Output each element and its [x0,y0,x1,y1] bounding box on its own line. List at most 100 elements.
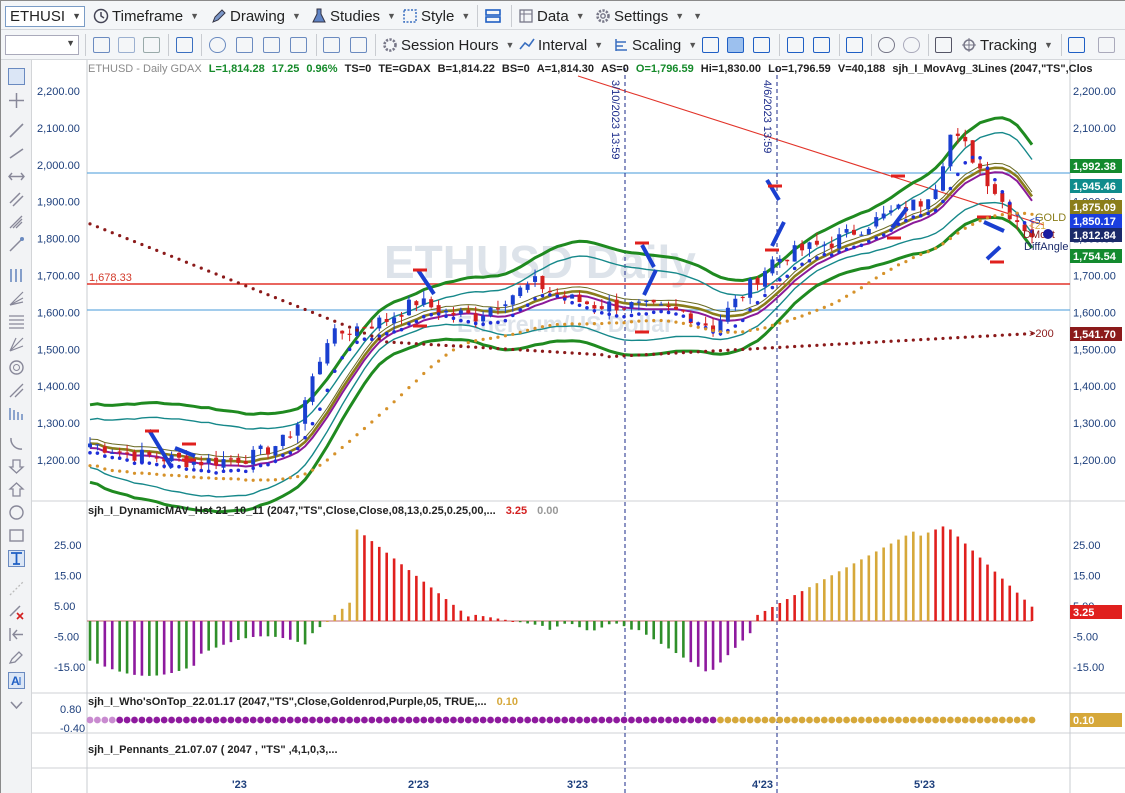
ma200-dot [941,336,945,341]
window-layout-button[interactable] [485,5,501,27]
delete-drawings-icon[interactable] [8,603,25,620]
ray-tool-icon[interactable] [8,145,25,162]
reload-icon[interactable] [118,37,135,53]
candle-body [377,317,382,329]
more-icon[interactable] [1098,37,1115,53]
candle-body [614,299,619,311]
volume-bar-icon[interactable] [787,37,804,53]
channel-tool-icon[interactable] [8,191,25,208]
scroll-down-icon[interactable] [8,696,25,713]
data-menu[interactable]: Data ▼ [518,5,585,27]
vertical-lines-icon[interactable] [8,267,25,284]
ma5-dot [637,312,641,316]
format-icon[interactable] [323,37,340,53]
ma200-dot [785,345,789,349]
header-volume: V=40,188 [838,63,885,75]
crosshair-tool-icon[interactable] [8,92,25,109]
rectangle-tool-icon[interactable] [8,527,25,544]
ma200-dot [971,335,975,339]
wot-dot [272,716,279,724]
grid-icon[interactable] [143,37,160,53]
ma21-dot [437,359,441,363]
tracking-menu[interactable]: Tracking ▼ [961,34,1053,56]
candlestick-icon[interactable] [727,37,744,53]
header-ask: A=1,814.30 [537,63,594,75]
ma5-dot [1000,190,1005,194]
wot-dot [887,716,895,724]
candle-body [533,276,538,282]
studies-menu[interactable]: Studies ▼ [311,5,396,27]
image-icon[interactable] [290,37,307,53]
histogram-bar [971,550,974,621]
y-tick-right: 1,200.00 [1073,455,1116,467]
ma21-dot [844,294,849,298]
trendline-tool-icon[interactable] [8,122,25,139]
arc-tool-icon[interactable] [8,435,25,452]
zoom-out-icon[interactable] [903,37,920,53]
histogram-bar [667,621,670,649]
speed-lines-icon[interactable] [8,290,25,307]
timeframe-menu[interactable]: Timeframe ▼ [93,5,199,27]
session-hours-menu[interactable]: Session Hours ▼ [382,34,514,56]
fib-tool-icon[interactable] [8,237,25,254]
regression-tool-icon[interactable] [8,405,25,422]
edit-drawing-icon[interactable] [8,649,25,666]
hollow-candle-icon[interactable] [753,37,770,53]
circle-fib-icon[interactable] [8,359,25,376]
x-tick-label: 4'23 [752,779,773,791]
speedometer-icon[interactable] [209,37,226,53]
dashed-line-icon[interactable] [8,580,25,597]
chart-area[interactable]: 2,200.00 2,100.00 2,000.00 1,900.00 1,800.00… [32,60,1125,793]
zoom-chart-icon[interactable] [176,37,193,53]
ma5-dot [696,322,701,326]
workspace-combo[interactable]: ▼ [5,35,79,55]
ma21-dot [318,463,322,467]
gann-fan-icon[interactable] [8,336,25,353]
histogram-bar [229,621,233,643]
line-chart-icon[interactable] [263,37,280,53]
ma200-dot [577,351,582,356]
panels-icon[interactable] [846,37,863,53]
add-chart-icon[interactable] [1068,37,1085,53]
histogram-bar [214,621,218,648]
ma200-dot [407,341,411,345]
style-menu[interactable]: Style ▼ [402,5,470,27]
andrews-tool-icon[interactable] [8,382,25,399]
ma200-dot [755,346,760,351]
wot-dot [679,716,687,724]
histogram-bar [578,621,581,628]
candle-body [132,451,137,461]
chart-analysis-icon[interactable] [236,37,253,53]
horizontal-line-icon[interactable] [8,168,25,185]
insert-icon[interactable] [350,37,367,53]
fib-levels-icon[interactable] [8,313,25,330]
refresh-icon[interactable] [93,37,110,53]
data-window-icon[interactable] [935,37,952,53]
settings-menu[interactable]: Settings ▼ ▼ [595,5,702,27]
bar-chart-icon[interactable] [702,37,719,53]
interval-menu[interactable]: Interval ▼ [519,34,603,56]
ma21-dot [807,311,812,315]
wot-dot [316,716,324,724]
zoom-in-icon[interactable] [878,37,895,53]
snap-left-icon[interactable] [8,626,25,643]
y-tick-left: 1,500.00 [37,344,80,356]
arrow-up-icon[interactable] [8,481,25,498]
wot-dot [1021,716,1028,724]
pointer-icon[interactable] [8,68,25,85]
ellipse-tool-icon[interactable] [8,504,25,521]
candle-body [584,301,589,305]
histogram-bar [199,621,203,654]
arrow-down-icon[interactable] [8,458,25,475]
text-tool-icon[interactable] [8,550,25,567]
ma200-dot [711,349,715,353]
text-label-icon[interactable]: A [8,672,25,689]
pitchfork-tool-icon[interactable] [8,214,25,231]
y-tick-right: 1,400.00 [1073,381,1116,393]
symbol-input[interactable]: ETHUSI ▼ [5,6,85,27]
scaling-menu[interactable]: Scaling ▼ [613,34,697,56]
ma200-dot [666,351,671,356]
dot-chart-icon[interactable] [813,37,830,53]
ma200-dot [985,334,990,338]
drawing-menu[interactable]: Drawing ▼ [211,5,301,27]
